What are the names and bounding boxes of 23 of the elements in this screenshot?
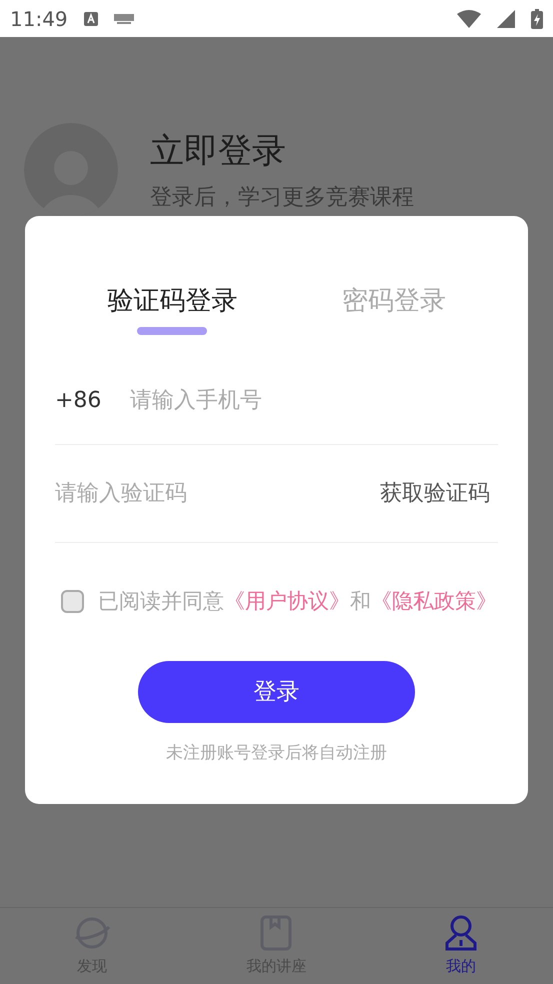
country-code[interactable]: +86: [55, 384, 130, 417]
auto-register-note: 未注册账号登录后将自动注册: [166, 742, 387, 765]
login-tab[interactable]: 密码登录: [342, 282, 446, 335]
phone-field[interactable]: 请输入手机号: [130, 384, 498, 417]
tab-underline: [137, 327, 208, 335]
battery-icon: [531, 8, 543, 28]
policy-link[interactable]: 《用户协议》: [224, 589, 350, 613]
person-icon: [444, 914, 478, 951]
agree-checkbox[interactable]: [61, 590, 84, 612]
nav-tab[interactable]: 我的: [368, 908, 553, 984]
keyboard-icon: [114, 14, 134, 24]
agreement-text: 已阅读并同意《用户协议》和《隐私政策》: [98, 588, 497, 615]
get-code-button[interactable]: 获取验证码: [380, 477, 498, 510]
keyboard-a-icon: [84, 12, 98, 26]
code-field[interactable]: 请输入验证码: [55, 477, 380, 510]
wifi-icon: [457, 10, 481, 28]
status-time: 11:49: [10, 6, 68, 32]
policy-link[interactable]: 《隐私政策》: [371, 589, 497, 613]
login-button[interactable]: 登录: [138, 661, 415, 723]
login-title[interactable]: 立即登录: [150, 126, 414, 177]
login-tab[interactable]: 验证码登录: [107, 282, 238, 335]
login-subtitle: 登录后，学习更多竞赛课程: [150, 184, 414, 212]
signal-icon: [497, 10, 515, 28]
